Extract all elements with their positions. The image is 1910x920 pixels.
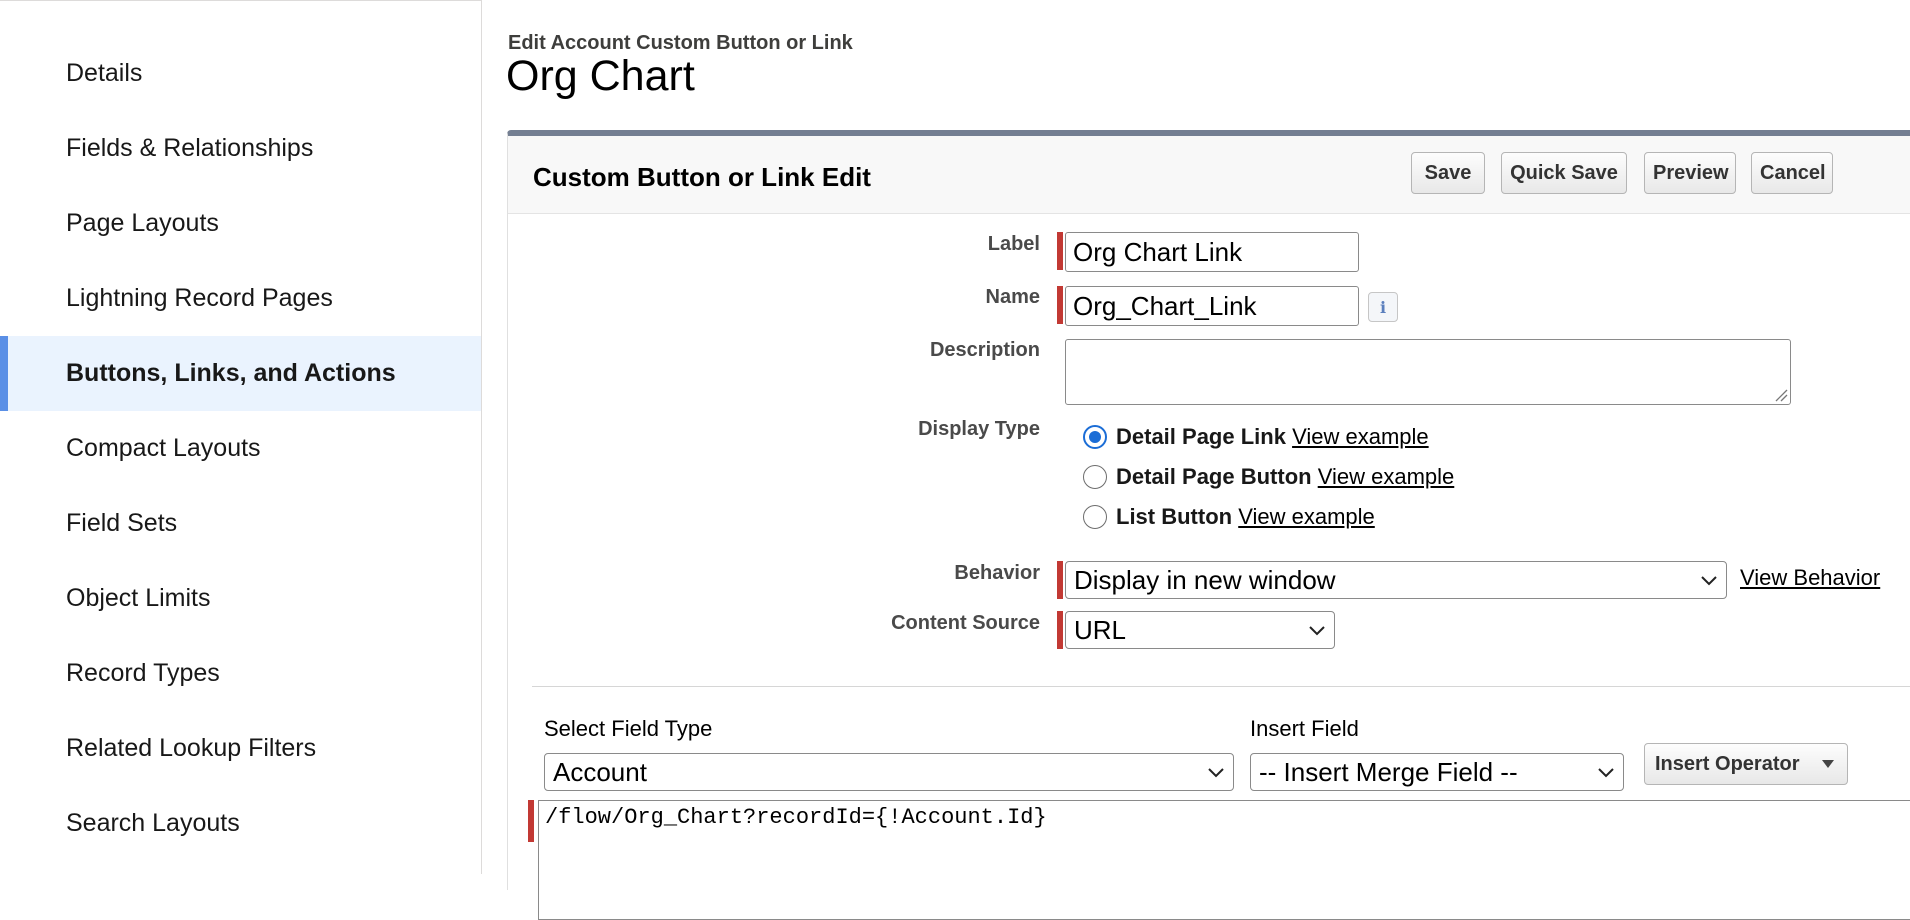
description-field-label: Description	[929, 339, 1040, 361]
display-type-option: Detail Page Link View example	[1083, 421, 1429, 453]
name-input[interactable]	[1065, 286, 1359, 326]
page-title: Org Chart	[506, 52, 695, 100]
option-label: Detail Page Button	[1116, 464, 1312, 489]
caret-down-icon	[1822, 760, 1834, 768]
display-type-option: List Button View example	[1083, 501, 1375, 533]
content-source-label: Content Source	[891, 612, 1040, 634]
chevron-down-icon	[1598, 768, 1614, 778]
insert-field-label: Insert Field	[1250, 716, 1359, 741]
field-type-value: Account	[553, 756, 647, 787]
sidebar-item-page-layouts[interactable]: Page Layouts	[0, 186, 481, 261]
insert-operator-label: Insert Operator	[1655, 752, 1800, 775]
display-type-group: Detail Page Link View example Detail Pag…	[1083, 421, 1683, 531]
description-textarea[interactable]	[1065, 339, 1791, 405]
view-example-link[interactable]: View example	[1318, 464, 1455, 490]
quick-save-button[interactable]: Quick Save	[1501, 152, 1627, 194]
chevron-down-icon	[1208, 768, 1224, 778]
sidebar-item-lightning-record-pages[interactable]: Lightning Record Pages	[0, 261, 481, 336]
view-example-link[interactable]: View example	[1238, 504, 1375, 530]
cancel-button[interactable]: Cancel	[1751, 152, 1833, 194]
info-icon[interactable]: i	[1368, 292, 1398, 322]
required-indicator	[1057, 286, 1063, 324]
content-source-select[interactable]: URL	[1065, 611, 1335, 649]
chevron-down-icon	[1309, 626, 1325, 636]
sidebar-item-object-limits[interactable]: Object Limits	[0, 561, 481, 636]
edit-panel: Custom Button or Link Edit Save Quick Sa…	[507, 130, 1910, 920]
required-indicator	[1057, 232, 1063, 270]
sidebar-item-related-lookup-filters[interactable]: Related Lookup Filters	[0, 711, 481, 786]
sidebar-item-record-types[interactable]: Record Types	[0, 636, 481, 711]
chevron-down-icon	[1701, 576, 1717, 586]
insert-field-value: -- Insert Merge Field --	[1259, 756, 1518, 787]
resize-grip-icon[interactable]	[1774, 388, 1788, 402]
main-content: Edit Account Custom Button or Link Org C…	[482, 0, 1910, 920]
formula-content: /flow/Org_Chart?recordId={!Account.Id}	[545, 805, 1047, 830]
section-divider	[532, 686, 1910, 687]
view-example-link[interactable]: View example	[1292, 424, 1429, 450]
sidebar-item-compact-layouts[interactable]: Compact Layouts	[0, 411, 481, 486]
sidebar-item-field-sets[interactable]: Field Sets	[0, 486, 481, 561]
label-input[interactable]	[1065, 232, 1359, 272]
select-field-type-label: Select Field Type	[544, 716, 713, 741]
required-indicator	[528, 800, 534, 842]
content-source-value: URL	[1074, 614, 1127, 645]
behavior-value: Display in new window	[1074, 564, 1336, 595]
option-label: List Button	[1116, 504, 1233, 529]
label-field-label: Label	[987, 233, 1040, 255]
radio-detail-page-button[interactable]	[1083, 465, 1107, 489]
insert-operator-button[interactable]: Insert Operator	[1644, 743, 1848, 785]
view-behavior-link[interactable]: View Behavior	[1740, 565, 1880, 591]
sidebar-item-search-layouts[interactable]: Search Layouts	[0, 786, 481, 861]
display-type-label: Display Type	[918, 418, 1040, 440]
formula-editor[interactable]: /flow/Org_Chart?recordId={!Account.Id}	[538, 800, 1910, 920]
radio-detail-page-link[interactable]	[1083, 425, 1107, 449]
field-type-select[interactable]: Account	[544, 753, 1234, 791]
required-indicator	[1057, 561, 1063, 599]
insert-merge-field-select[interactable]: -- Insert Merge Field --	[1250, 753, 1624, 791]
behavior-select[interactable]: Display in new window	[1065, 561, 1727, 599]
sidebar-item-buttons-links-actions[interactable]: Buttons, Links, and Actions	[0, 336, 481, 411]
sidebar-item-fields-relationships[interactable]: Fields & Relationships	[0, 111, 481, 186]
name-field-label: Name	[985, 286, 1040, 308]
behavior-label: Behavior	[954, 562, 1040, 584]
display-type-option: Detail Page Button View example	[1083, 461, 1454, 493]
sidebar-item-details[interactable]: Details	[0, 36, 481, 111]
save-button[interactable]: Save	[1411, 152, 1485, 194]
radio-list-button[interactable]	[1083, 505, 1107, 529]
option-label: Detail Page Link	[1116, 424, 1286, 449]
field-labels: Label Name Description Display Type Beha…	[508, 136, 1040, 736]
preview-button[interactable]: Preview	[1644, 152, 1736, 194]
setup-sidebar: Details Fields & Relationships Page Layo…	[0, 0, 482, 874]
required-indicator	[1057, 611, 1063, 649]
